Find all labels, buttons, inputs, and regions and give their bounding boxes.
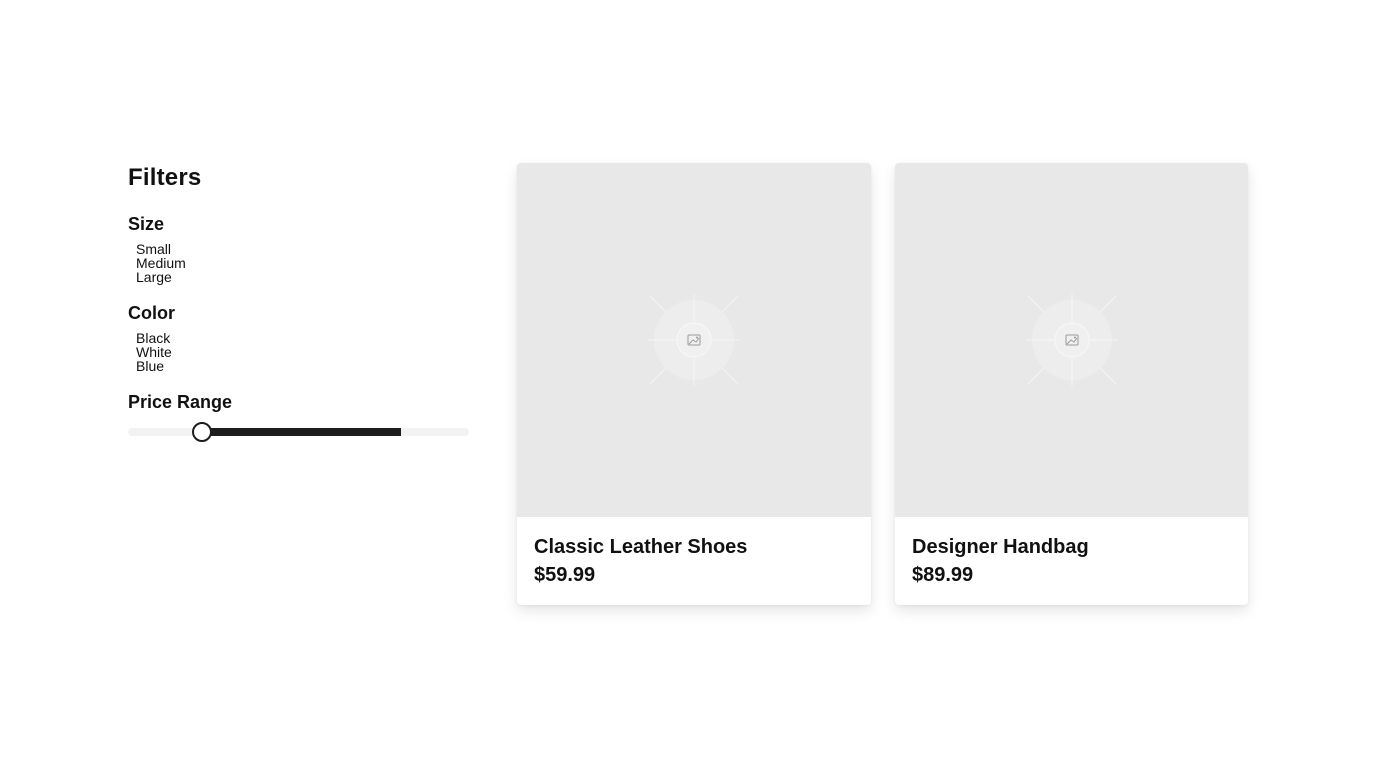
product-info: Designer Handbag $89.99 bbox=[895, 517, 1248, 587]
price-range-slider[interactable] bbox=[128, 422, 469, 442]
filters-sidebar: Filters Size Small Medium Large Color Bl… bbox=[128, 163, 469, 442]
image-placeholder-icon bbox=[648, 294, 740, 386]
size-option-large[interactable]: Large bbox=[136, 270, 469, 284]
color-filter-group: Color Black White Blue bbox=[128, 302, 469, 373]
product-price: $59.99 bbox=[534, 564, 596, 586]
size-filter-group: Size Small Medium Large bbox=[128, 213, 469, 284]
product-info: Classic Leather Shoes $59.99 bbox=[517, 517, 871, 587]
image-placeholder-icon bbox=[1025, 294, 1118, 386]
price-range-title: Price Range bbox=[128, 392, 233, 412]
product-listing-page: Filters Size Small Medium Large Color Bl… bbox=[0, 0, 1376, 768]
size-filter-title: Size bbox=[128, 214, 165, 234]
filters-title: Filters bbox=[128, 164, 202, 191]
color-option-white[interactable]: White bbox=[136, 345, 469, 359]
slider-thumb[interactable] bbox=[191, 422, 212, 442]
price-filter-group: Price Range bbox=[128, 391, 469, 442]
product-image[interactable] bbox=[517, 163, 871, 517]
product-image[interactable] bbox=[895, 163, 1248, 517]
color-option-blue[interactable]: Blue bbox=[136, 359, 469, 373]
size-option-medium[interactable]: Medium bbox=[136, 256, 469, 270]
product-price: $89.99 bbox=[912, 564, 974, 586]
size-options: Small Medium Large bbox=[136, 242, 469, 284]
color-option-black[interactable]: Black bbox=[136, 331, 469, 345]
slider-selected-range bbox=[201, 428, 402, 436]
product-card[interactable]: Designer Handbag $89.99 bbox=[895, 163, 1248, 605]
product-card[interactable]: Classic Leather Shoes $59.99 bbox=[517, 163, 871, 605]
product-name[interactable]: Classic Leather Shoes bbox=[534, 535, 854, 559]
size-option-small[interactable]: Small bbox=[136, 242, 469, 256]
product-name[interactable]: Designer Handbag bbox=[912, 535, 1231, 559]
color-filter-title: Color bbox=[128, 303, 175, 323]
color-options: Black White Blue bbox=[136, 331, 469, 373]
